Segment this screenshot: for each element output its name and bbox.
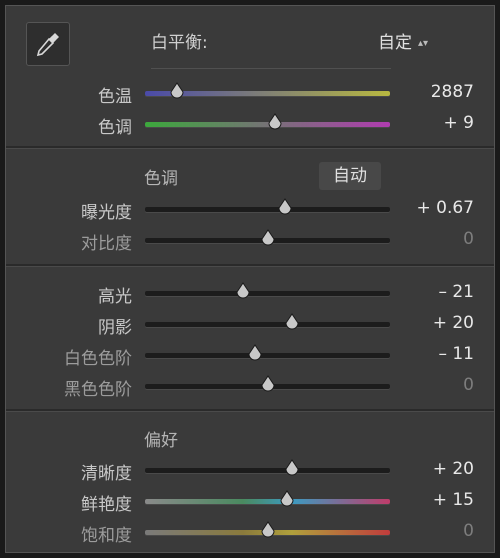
exposure-slider-thumb[interactable] [277, 198, 293, 217]
up-down-chevron-icon: ▴▾ [418, 37, 429, 49]
presence-section-title: 偏好 [144, 431, 178, 451]
contrast-slider-thumb[interactable] [260, 229, 276, 248]
section-divider [6, 409, 494, 412]
tint-label: 色调 [98, 118, 132, 138]
saturation-label: 饱和度 [81, 526, 132, 546]
clarity-label: 清晰度 [81, 464, 132, 484]
vibrance-slider-track[interactable] [145, 499, 390, 504]
white-balance-preset-select[interactable]: 自定 ▴▾ [378, 28, 428, 53]
slider-row-contrast: 对比度 0 [6, 225, 494, 255]
exposure-slider-track[interactable] [145, 207, 390, 212]
white-balance-selected-value: 自定 [378, 33, 412, 53]
slider-row-saturation: 饱和度 0 [6, 517, 494, 547]
vibrance-label: 鲜艳度 [81, 495, 132, 515]
white-balance-label: 白平衡: [151, 33, 208, 53]
white-balance-eyedropper-button[interactable] [26, 22, 70, 66]
white-balance-divider [151, 68, 391, 69]
section-divider [6, 264, 494, 267]
highlights-label: 高光 [98, 287, 132, 307]
slider-row-vibrance: 鲜艳度 + 15 [6, 486, 494, 516]
blacks-label: 黑色色阶 [64, 380, 132, 400]
clarity-slider-track[interactable] [145, 468, 390, 473]
slider-row-tint: 色调 + 9 [6, 109, 494, 139]
tint-slider-thumb[interactable] [267, 113, 283, 132]
slider-row-shadows: 阴影 + 20 [6, 309, 494, 339]
slider-row-blacks: 黑色色阶 0 [6, 371, 494, 401]
whites-slider-track[interactable] [145, 353, 390, 358]
blacks-value[interactable]: 0 [463, 375, 474, 395]
exposure-label: 曝光度 [81, 203, 132, 223]
section-divider [6, 146, 494, 149]
slider-row-whites: 白色色阶 – 11 [6, 340, 494, 370]
clarity-value[interactable]: + 20 [433, 459, 474, 479]
whites-value[interactable]: – 11 [438, 344, 474, 364]
contrast-value[interactable]: 0 [463, 229, 474, 249]
temp-slider-thumb[interactable] [169, 82, 185, 101]
shadows-value[interactable]: + 20 [433, 313, 474, 333]
clarity-slider-thumb[interactable] [284, 459, 300, 478]
whites-slider-thumb[interactable] [247, 344, 263, 363]
vibrance-value[interactable]: + 15 [433, 490, 474, 510]
shadows-slider-track[interactable] [145, 322, 390, 327]
auto-tone-button[interactable]: 自动 [319, 162, 381, 190]
saturation-value[interactable]: 0 [463, 521, 474, 541]
contrast-label: 对比度 [81, 234, 132, 254]
shadows-label: 阴影 [98, 318, 132, 338]
slider-row-temp: 色温 2887 [6, 78, 494, 108]
temp-label: 色温 [98, 87, 132, 107]
tint-value[interactable]: + 9 [444, 113, 474, 133]
saturation-slider-thumb[interactable] [260, 521, 276, 540]
tone-section-title: 色调 [144, 169, 178, 189]
vibrance-slider-thumb[interactable] [279, 490, 295, 509]
slider-row-clarity: 清晰度 + 20 [6, 455, 494, 485]
shadows-slider-thumb[interactable] [284, 313, 300, 332]
slider-row-highlights: 高光 – 21 [6, 278, 494, 308]
temp-value[interactable]: 2887 [431, 82, 474, 102]
highlights-slider-thumb[interactable] [235, 282, 251, 301]
basic-develop-panel: 白平衡: 自定 ▴▾ 色温 2887 色调 + 9 色调 自动 曝光度 + 0.6… [5, 5, 495, 553]
eyedropper-icon [36, 33, 59, 57]
slider-row-exposure: 曝光度 + 0.67 [6, 194, 494, 224]
blacks-slider-thumb[interactable] [260, 375, 276, 394]
highlights-value[interactable]: – 21 [438, 282, 474, 302]
whites-label: 白色色阶 [64, 349, 132, 369]
highlights-slider-track[interactable] [145, 291, 390, 296]
exposure-value[interactable]: + 0.67 [417, 198, 475, 218]
